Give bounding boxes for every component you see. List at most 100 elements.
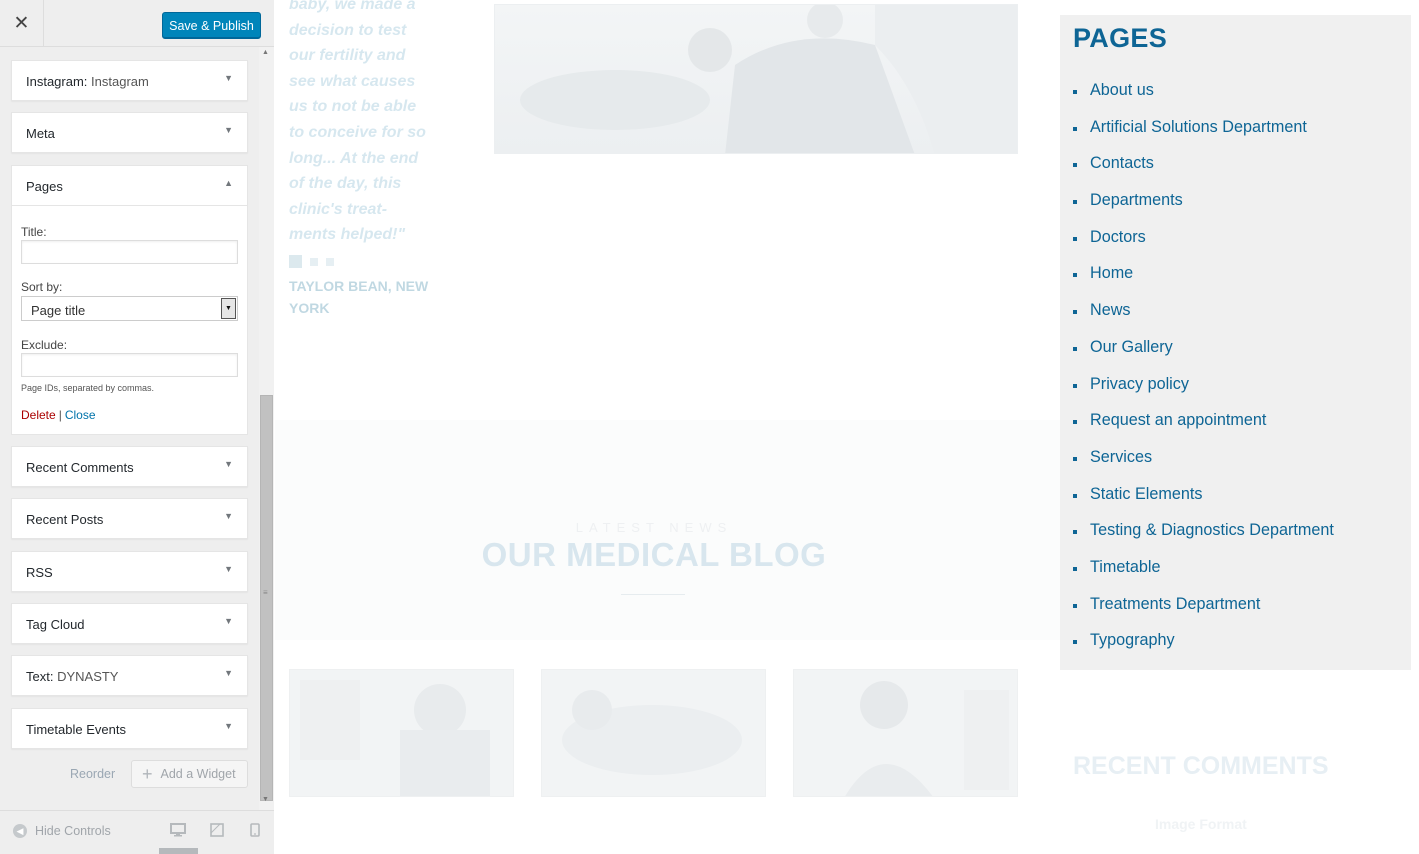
triangle-down-icon[interactable]: ▼ bbox=[224, 616, 233, 626]
action-separator: | bbox=[58, 408, 62, 422]
widget-timetable-events[interactable]: Timetable Events ▼ bbox=[11, 708, 248, 749]
grip-icon: ≡ bbox=[263, 588, 268, 597]
page-link-item[interactable]: About us bbox=[1073, 81, 1334, 118]
widget-text[interactable]: Text: DYNASTY ▼ bbox=[11, 655, 248, 696]
testimonial-author: TAYLOR BEAN, NEW YORK bbox=[289, 278, 429, 316]
scroll-down-icon[interactable]: ▼ bbox=[262, 796, 269, 803]
page-link-item[interactable]: Home bbox=[1073, 264, 1334, 301]
widget-title: RSS bbox=[26, 565, 53, 580]
widgets-panel: Instagram: Instagram ▼ Meta ▼ Pages ▲ Ti… bbox=[0, 47, 274, 810]
pages-heading: PAGES bbox=[1073, 23, 1168, 53]
triangle-down-icon[interactable]: ▼ bbox=[224, 564, 233, 574]
sortby-select[interactable]: Page title ▼ bbox=[21, 296, 238, 321]
page-link-item[interactable]: Services bbox=[1073, 448, 1334, 485]
sortby-label: Sort by: bbox=[21, 280, 63, 294]
page-link-item[interactable]: Timetable bbox=[1073, 558, 1334, 595]
page-link-item[interactable]: Departments bbox=[1073, 191, 1334, 228]
widget-meta[interactable]: Meta ▼ bbox=[11, 112, 248, 153]
widget-recent-posts[interactable]: Recent Posts ▼ bbox=[11, 498, 248, 539]
pager-dot-active[interactable] bbox=[289, 255, 302, 268]
page-link-item[interactable]: Static Elements bbox=[1073, 485, 1334, 522]
widget-title: Recent Comments bbox=[26, 460, 134, 475]
testimonial-quote: baby, we made a decision to test our fer… bbox=[289, 0, 426, 244]
customizer-header: ✕ Save & Publish bbox=[0, 0, 274, 47]
bullet-icon bbox=[1073, 493, 1077, 498]
blog-divider bbox=[621, 594, 685, 595]
add-widget-label: Add a Widget bbox=[160, 767, 236, 781]
page-link-item[interactable]: Privacy policy bbox=[1073, 375, 1334, 412]
close-customizer-button[interactable]: ✕ bbox=[0, 0, 44, 47]
triangle-down-icon[interactable]: ▼ bbox=[224, 668, 233, 678]
hide-controls-button[interactable]: ◀ Hide Controls bbox=[13, 824, 111, 838]
widget-title: Recent Posts bbox=[26, 512, 104, 527]
scroll-up-icon[interactable]: ▲ bbox=[262, 49, 269, 56]
page-link-item[interactable]: Doctors bbox=[1073, 228, 1334, 265]
triangle-up-icon[interactable]: ▲ bbox=[224, 178, 233, 188]
close-link[interactable]: Close bbox=[65, 408, 96, 422]
widget-title: Pages bbox=[26, 179, 63, 194]
triangle-down-icon[interactable]: ▼ bbox=[224, 73, 233, 83]
blog-title: OUR MEDICAL BLOG bbox=[481, 536, 827, 573]
page-link-item[interactable]: Request an appointment bbox=[1073, 411, 1334, 448]
pager-dot[interactable] bbox=[326, 257, 334, 266]
bullet-icon bbox=[1073, 310, 1077, 315]
close-icon: ✕ bbox=[13, 13, 30, 34]
bullet-icon bbox=[1073, 163, 1077, 168]
page-link-item[interactable]: Testing & Diagnostics Department bbox=[1073, 521, 1334, 558]
exclude-input[interactable] bbox=[21, 353, 238, 377]
page-link-item[interactable]: Artificial Solutions Department bbox=[1073, 118, 1334, 155]
triangle-down-icon[interactable]: ▼ bbox=[224, 125, 233, 135]
sortby-value: Page title bbox=[31, 303, 86, 318]
widget-pages-header[interactable]: Pages ▲ bbox=[12, 166, 247, 206]
widget-pages-expanded: Pages ▲ Title: Sort by: Page title ▼ Exc… bbox=[11, 165, 248, 435]
delete-link[interactable]: Delete bbox=[21, 408, 56, 422]
page-link-item[interactable]: Contacts bbox=[1073, 154, 1334, 191]
site-preview: baby, we made a decision to test our fer… bbox=[275, 0, 1419, 854]
active-device-indicator bbox=[159, 848, 198, 854]
triangle-down-icon[interactable]: ▼ bbox=[224, 511, 233, 521]
save-publish-button[interactable]: Save & Publish bbox=[162, 12, 261, 39]
customizer-footer: ◀ Hide Controls bbox=[0, 810, 274, 854]
triangle-down-icon[interactable]: ▼ bbox=[224, 459, 233, 469]
mobile-icon[interactable] bbox=[250, 823, 260, 840]
bullet-icon bbox=[1073, 640, 1077, 645]
widget-recent-comments[interactable]: Recent Comments ▼ bbox=[11, 446, 248, 487]
desktop-icon[interactable] bbox=[170, 823, 186, 840]
widget-title: Instagram: Instagram bbox=[26, 74, 149, 89]
widget-title: Timetable Events bbox=[26, 722, 126, 737]
page-link-item[interactable]: Our Gallery bbox=[1073, 338, 1334, 375]
bullet-icon bbox=[1073, 90, 1077, 94]
blog-thumbnail[interactable] bbox=[541, 669, 766, 797]
chevron-down-icon[interactable]: ▼ bbox=[221, 298, 236, 319]
page-link-item[interactable]: News bbox=[1073, 301, 1334, 338]
recent-comment-link[interactable]: Image Format bbox=[1155, 816, 1247, 832]
scrollbar-thumb[interactable] bbox=[260, 395, 273, 801]
hide-controls-label: Hide Controls bbox=[35, 824, 111, 838]
bullet-icon bbox=[1073, 126, 1077, 131]
bullet-icon bbox=[1073, 456, 1077, 461]
bullet-icon bbox=[1073, 346, 1077, 351]
bullet-icon bbox=[1073, 603, 1077, 608]
mother-child-photo bbox=[494, 4, 1018, 154]
testimonial-pager bbox=[289, 255, 334, 268]
bullet-icon bbox=[1073, 200, 1077, 205]
widget-rss[interactable]: RSS ▼ bbox=[11, 551, 248, 592]
blog-thumbnail[interactable] bbox=[793, 669, 1018, 797]
page-link-item[interactable]: Treatments Department bbox=[1073, 595, 1334, 632]
widget-actions: Delete | Close bbox=[21, 408, 96, 422]
tablet-icon[interactable] bbox=[210, 823, 224, 840]
plus-icon: + bbox=[142, 764, 153, 784]
widget-tag-cloud[interactable]: Tag Cloud ▼ bbox=[11, 603, 248, 644]
triangle-down-icon[interactable]: ▼ bbox=[224, 721, 233, 731]
page-link-item[interactable]: Typography bbox=[1073, 631, 1334, 668]
widget-title: Tag Cloud bbox=[26, 617, 85, 632]
exclude-label: Exclude: bbox=[21, 338, 68, 352]
add-widget-button[interactable]: + Add a Widget bbox=[131, 760, 248, 788]
title-input[interactable] bbox=[21, 240, 238, 264]
widget-instagram[interactable]: Instagram: Instagram ▼ bbox=[11, 60, 248, 101]
reorder-link[interactable]: Reorder bbox=[70, 767, 115, 781]
blog-thumbnail[interactable] bbox=[289, 669, 514, 797]
arrow-left-circle-icon: ◀ bbox=[13, 824, 27, 838]
pager-dot[interactable] bbox=[310, 257, 318, 266]
recent-comments-heading: RECENT COMMENTS bbox=[1073, 752, 1329, 780]
